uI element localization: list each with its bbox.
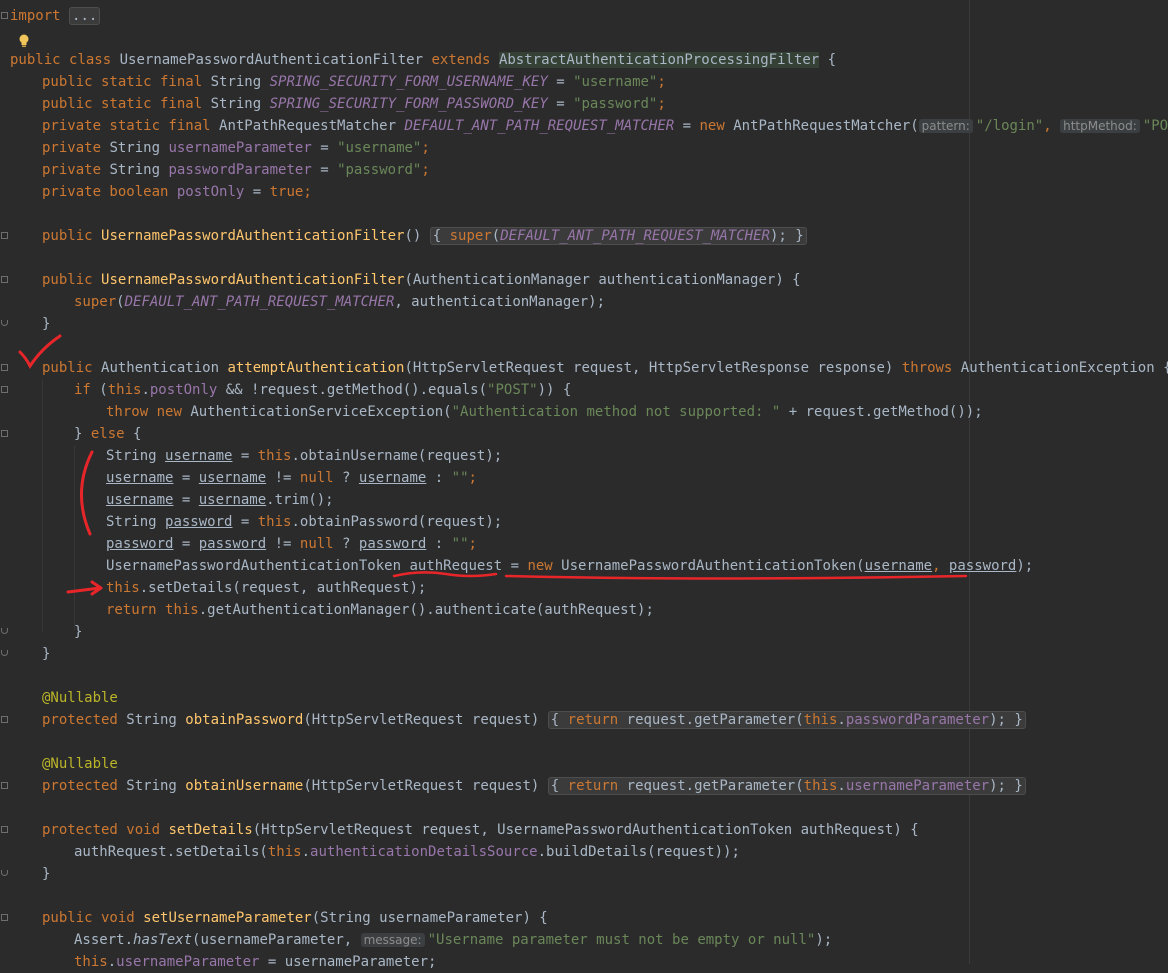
code-line[interactable]: private static final AntPathRequestMatch… xyxy=(42,115,1168,137)
parameter-hint: message: xyxy=(360,933,425,947)
code-line[interactable]: return this.getAuthenticationManager().a… xyxy=(106,599,1168,621)
fold-marker-icon[interactable] xyxy=(1,716,8,723)
bracket-annotation xyxy=(80,450,94,536)
indent-guide xyxy=(74,446,75,630)
fold-marker-icon[interactable] xyxy=(1,386,8,393)
code-editor[interactable]: import ... public class UsernamePassword… xyxy=(0,0,1168,970)
fold-marker-icon[interactable] xyxy=(1,12,8,19)
code-line[interactable]: import ... xyxy=(10,5,1168,27)
code-line[interactable]: super(DEFAULT_ANT_PATH_REQUEST_MATCHER, … xyxy=(74,291,1168,313)
fold-marker-icon[interactable] xyxy=(1,276,8,283)
code-line[interactable]: UsernamePasswordAuthenticationToken auth… xyxy=(106,555,1168,577)
code-line[interactable]: password = password != null ? password :… xyxy=(106,533,1168,555)
fold-marker-icon[interactable] xyxy=(1,782,8,789)
fold-marker-icon[interactable] xyxy=(1,826,8,833)
code-line[interactable]: } else { xyxy=(74,423,1168,445)
code-line[interactable]: } xyxy=(42,313,1168,335)
code-line[interactable]: username = username != null ? username :… xyxy=(106,467,1168,489)
code-line[interactable]: throw new AuthenticationServiceException… xyxy=(106,401,1168,423)
fold-marker-icon[interactable] xyxy=(1,364,8,371)
fold-marker-icon[interactable] xyxy=(1,430,8,437)
code-line[interactable]: this.setDetails(request, authRequest); xyxy=(106,577,1168,599)
indent-guide xyxy=(42,380,43,632)
code-line[interactable]: public UsernamePasswordAuthenticationFil… xyxy=(42,269,1168,291)
code-line[interactable]: private String passwordParameter = "pass… xyxy=(42,159,1168,181)
code-line[interactable]: public void setUsernameParameter(String … xyxy=(42,907,1168,929)
code-line[interactable]: username = username.trim(); xyxy=(106,489,1168,511)
folded-imports[interactable]: ... xyxy=(69,7,101,25)
code-line[interactable]: @Nullable xyxy=(42,687,1168,709)
parameter-hint: httpMethod: xyxy=(1060,119,1140,133)
parameter-hint: pattern: xyxy=(918,119,973,133)
code-line[interactable]: public class UsernamePasswordAuthenticat… xyxy=(10,49,1168,71)
fold-marker-icon[interactable] xyxy=(1,914,8,921)
folded-block[interactable]: { super(DEFAULT_ANT_PATH_REQUEST_MATCHER… xyxy=(429,227,807,245)
folded-block[interactable]: { return request.getParameter(this.usern… xyxy=(547,777,1026,795)
code-line[interactable]: String username = this.obtainUsername(re… xyxy=(106,445,1168,467)
code-line[interactable]: if (this.postOnly && !request.getMethod(… xyxy=(74,379,1168,401)
gutter[interactable] xyxy=(0,0,10,964)
code-line[interactable]: this.usernameParameter = usernameParamet… xyxy=(74,951,1168,973)
code-line[interactable]: public static final String SPRING_SECURI… xyxy=(42,71,1168,93)
code-line[interactable]: String password = this.obtainPassword(re… xyxy=(106,511,1168,533)
code-line[interactable]: private boolean postOnly = true; xyxy=(42,181,1168,203)
code-line[interactable]: authRequest.setDetails(this.authenticati… xyxy=(74,841,1168,863)
code-line[interactable]: } xyxy=(74,621,1168,643)
code-line[interactable]: } xyxy=(42,863,1168,885)
code-line[interactable]: public UsernamePasswordAuthenticationFil… xyxy=(42,225,1168,247)
code-line[interactable]: public static final String SPRING_SECURI… xyxy=(42,93,1168,115)
code-line[interactable]: public Authentication attemptAuthenticat… xyxy=(42,357,1168,379)
code-line[interactable]: protected String obtainPassword(HttpServ… xyxy=(42,709,1168,731)
code-line[interactable]: private String usernameParameter = "user… xyxy=(42,137,1168,159)
fold-marker-icon[interactable] xyxy=(1,232,8,239)
arrow-annotation xyxy=(66,580,103,596)
lightbulb-icon[interactable] xyxy=(18,34,30,48)
code-line[interactable]: Assert.hasText(usernameParameter, messag… xyxy=(74,929,1168,951)
folded-block[interactable]: { return request.getParameter(this.passw… xyxy=(547,711,1026,729)
code-line[interactable]: } xyxy=(42,643,1168,665)
code-line[interactable]: @Nullable xyxy=(42,753,1168,775)
code-line[interactable]: protected String obtainUsername(HttpServ… xyxy=(42,775,1168,797)
code-line[interactable]: protected void setDetails(HttpServletReq… xyxy=(42,819,1168,841)
